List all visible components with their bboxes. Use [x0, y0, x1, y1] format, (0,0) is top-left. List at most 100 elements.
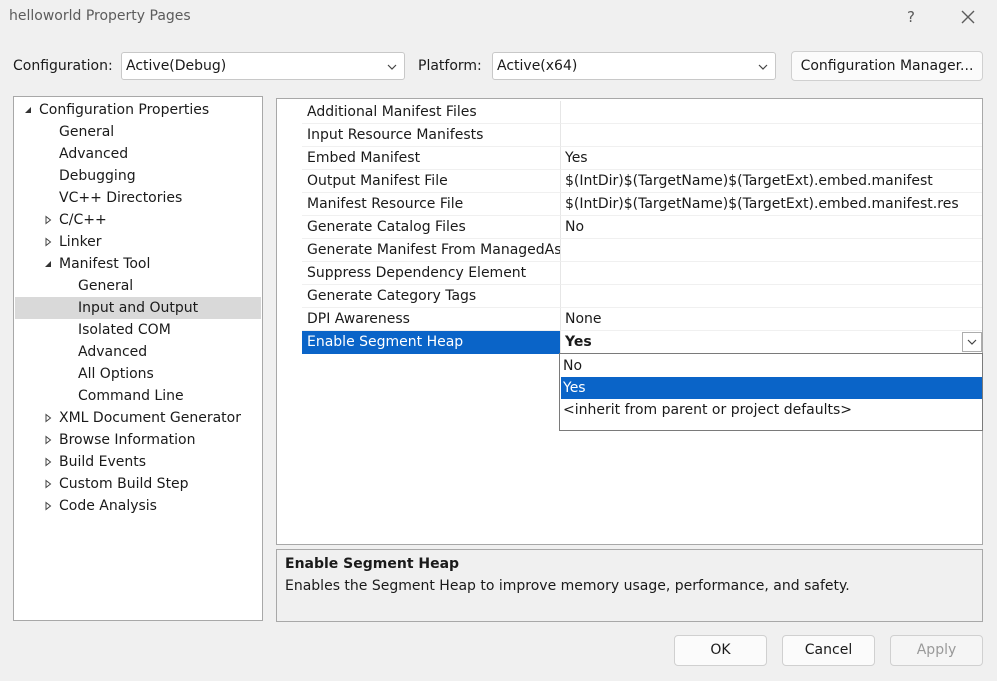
tree-item[interactable]: Debugging — [15, 165, 261, 187]
tree-item[interactable]: All Options — [15, 363, 261, 385]
configuration-value: Active(Debug) — [126, 58, 227, 74]
dropdown-option[interactable]: No — [561, 355, 982, 377]
tree-item[interactable]: Browse Information — [15, 429, 261, 451]
property-row[interactable]: Embed Manifest Yes — [302, 147, 982, 170]
tree-item[interactable]: VC++ Directories — [15, 187, 261, 209]
property-row[interactable]: Additional Manifest Files — [302, 101, 982, 124]
tree-item-label: Code Analysis — [59, 498, 157, 514]
property-row[interactable]: Generate Manifest From ManagedAsse — [302, 239, 982, 262]
tree-item[interactable]: Command Line — [15, 385, 261, 407]
category-tree[interactable]: Configuration Properties General Advanced D… — [13, 96, 263, 621]
tree-item[interactable]: XML Document Generator — [15, 407, 261, 429]
tree-item-label: Build Events — [59, 454, 146, 470]
property-row[interactable]: Input Resource Manifests — [302, 124, 982, 147]
property-name: Generate Category Tags — [302, 285, 561, 308]
tree-item[interactable]: Code Analysis — [15, 495, 261, 517]
platform-value: Active(x64) — [497, 58, 578, 74]
tree-item-label: XML Document Generator — [59, 410, 241, 426]
platform-label: Platform: — [418, 58, 482, 74]
property-name: Manifest Resource File — [302, 193, 561, 216]
tree-item-label: C/C++ — [59, 212, 107, 228]
tree-item-label: Debugging — [59, 168, 136, 184]
tree-item[interactable]: Build Events — [15, 451, 261, 473]
tree-item-label: General — [78, 278, 134, 294]
configuration-manager-button[interactable]: Configuration Manager... — [791, 51, 983, 81]
description-text: Enables the Segment Heap to improve memo… — [285, 578, 850, 594]
property-name: Generate Catalog Files — [302, 216, 561, 239]
tree-item[interactable]: Configuration Properties — [15, 99, 261, 121]
cancel-button[interactable]: Cancel — [782, 635, 875, 666]
collapsed-triangle-icon[interactable] — [43, 501, 53, 511]
property-value — [561, 262, 982, 285]
property-row[interactable]: Enable Segment Heap Yes — [302, 331, 982, 354]
tree-item[interactable]: General — [15, 275, 261, 297]
property-value: No — [561, 216, 982, 239]
chevron-down-icon — [758, 64, 768, 70]
collapsed-triangle-icon[interactable] — [43, 237, 53, 247]
tree-item[interactable]: Advanced — [15, 341, 261, 363]
chevron-down-icon — [967, 339, 977, 345]
property-value: $(IntDir)$(TargetName)$(TargetExt).embed… — [561, 193, 982, 216]
help-button[interactable]: ? — [898, 4, 924, 30]
tree-item-label: Configuration Properties — [39, 102, 210, 118]
property-value — [561, 101, 982, 124]
property-name: Embed Manifest — [302, 147, 561, 170]
collapsed-triangle-icon[interactable] — [43, 435, 53, 445]
tree-item[interactable]: Advanced — [15, 143, 261, 165]
collapsed-triangle-icon[interactable] — [43, 413, 53, 423]
property-row[interactable]: Generate Category Tags — [302, 285, 982, 308]
expanded-triangle-icon[interactable] — [43, 259, 53, 269]
tree-item-label: Command Line — [78, 388, 184, 404]
property-value: None — [561, 308, 982, 331]
tree-item-label: Browse Information — [59, 432, 196, 448]
property-name: Output Manifest File — [302, 170, 561, 193]
property-name: Enable Segment Heap — [302, 331, 561, 354]
apply-button[interactable]: Apply — [890, 635, 983, 666]
collapsed-triangle-icon[interactable] — [43, 479, 53, 489]
dropdown-option[interactable]: <inherit from parent or project defaults… — [561, 399, 982, 421]
tree-item[interactable]: Input and Output — [15, 297, 261, 319]
collapsed-triangle-icon[interactable] — [43, 215, 53, 225]
tree-item-label: VC++ Directories — [59, 190, 183, 206]
description-title: Enable Segment Heap — [285, 556, 460, 572]
tree-item-label: All Options — [78, 366, 154, 382]
tree-item[interactable]: Isolated COM — [15, 319, 261, 341]
property-grid[interactable]: Additional Manifest Files Input Resource … — [276, 98, 983, 545]
title-bar: helloworld Property Pages ? — [0, 0, 997, 36]
collapsed-triangle-icon[interactable] — [43, 457, 53, 467]
tree-item[interactable]: Linker — [15, 231, 261, 253]
property-value: Yes — [561, 147, 982, 170]
close-button[interactable] — [955, 4, 981, 30]
property-row[interactable]: Generate Catalog Files No — [302, 216, 982, 239]
ok-button[interactable]: OK — [674, 635, 767, 666]
property-name: Suppress Dependency Element — [302, 262, 561, 285]
tree-item-label: Manifest Tool — [59, 256, 151, 272]
property-row[interactable]: Suppress Dependency Element — [302, 262, 982, 285]
property-row[interactable]: Output Manifest File $(IntDir)$(TargetNam… — [302, 170, 982, 193]
tree-item-label: Advanced — [59, 146, 129, 162]
property-row[interactable]: DPI Awareness None — [302, 308, 982, 331]
value-dropdown-button[interactable] — [962, 332, 982, 352]
property-value[interactable]: Yes — [561, 331, 982, 354]
property-value — [561, 285, 982, 308]
expanded-triangle-icon[interactable] — [23, 105, 33, 115]
close-icon — [961, 10, 975, 24]
tree-item-label: Linker — [59, 234, 102, 250]
configuration-combo[interactable]: Active(Debug) — [121, 52, 405, 80]
property-value — [561, 239, 982, 262]
property-value: $(IntDir)$(TargetName)$(TargetExt).embed… — [561, 170, 982, 193]
tree-item-label: Input and Output — [78, 300, 199, 316]
window-title: helloworld Property Pages — [9, 8, 191, 24]
property-value — [561, 124, 982, 147]
dropdown-option[interactable]: Yes — [561, 377, 982, 399]
tree-item[interactable]: Manifest Tool — [15, 253, 261, 275]
platform-combo[interactable]: Active(x64) — [492, 52, 776, 80]
value-dropdown-list[interactable]: No Yes <inherit from parent or project def… — [559, 353, 983, 431]
tree-item[interactable]: C/C++ — [15, 209, 261, 231]
tree-item[interactable]: General — [15, 121, 261, 143]
tree-item-label: Custom Build Step — [59, 476, 189, 492]
tree-item-label: General — [59, 124, 115, 140]
tree-item-label: Isolated COM — [78, 322, 171, 338]
tree-item[interactable]: Custom Build Step — [15, 473, 261, 495]
property-row[interactable]: Manifest Resource File $(IntDir)$(TargetN… — [302, 193, 982, 216]
